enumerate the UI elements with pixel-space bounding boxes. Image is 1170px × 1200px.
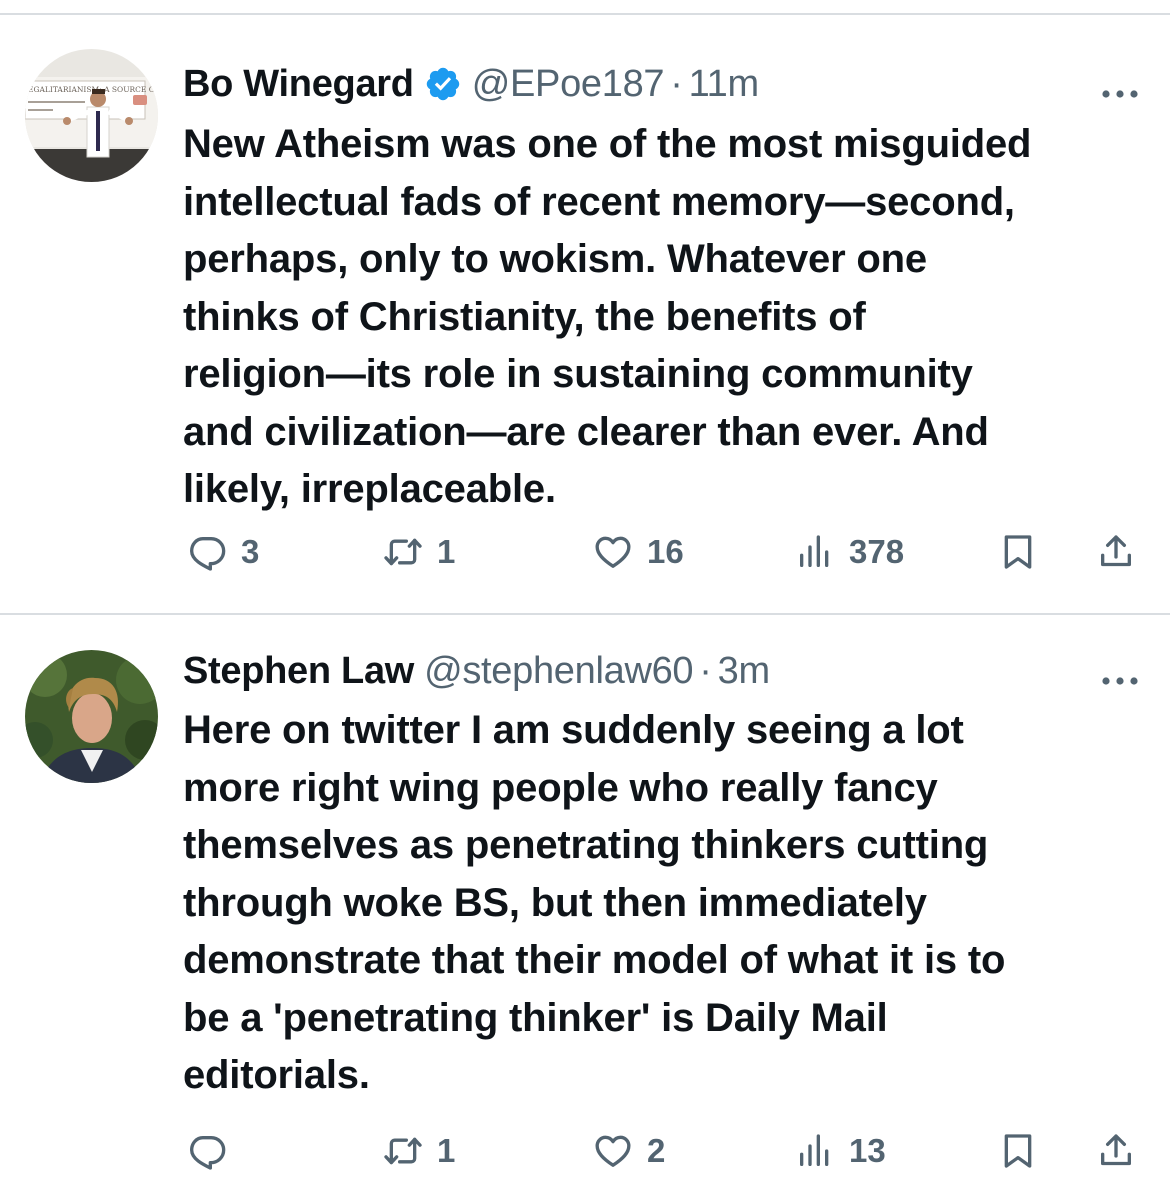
tweet-text: New Atheism was one of the most misguide…	[183, 116, 1153, 519]
reply-button[interactable]: 3	[187, 527, 259, 577]
avatar[interactable]	[25, 650, 158, 783]
tweet-text-line: perhaps, only to wokism. Whatever one	[183, 237, 927, 281]
author-handle[interactable]: @EPoe187	[472, 63, 665, 106]
bookmark-icon	[1004, 1134, 1032, 1168]
tweet-header: Stephen Law @stephenlaw60 · 3m	[183, 646, 1140, 696]
like-button[interactable]: 16	[593, 527, 684, 577]
reply-icon	[190, 1136, 226, 1170]
tweet-text-line: New Atheism was one of the most misguide…	[183, 122, 1032, 166]
tweet-actions-bar: 3 1 16 378	[183, 527, 1143, 577]
like-count: 16	[647, 533, 684, 570]
tweet-card[interactable]: EGALITARIANISM: A SOURCE OF MORAL Bo Win…	[0, 15, 1170, 613]
tweet-timestamp[interactable]: 11m	[689, 63, 760, 106]
tweet-text-line: and civilization—are clearer than ever. …	[183, 409, 989, 454]
share-icon	[1101, 535, 1131, 567]
reply-button[interactable]	[187, 1126, 241, 1176]
repost-count: 1	[437, 533, 456, 570]
views-button[interactable]: 13	[795, 1126, 886, 1176]
reply-count: 3	[241, 533, 260, 570]
tweet-header: Bo Winegard @EPoe187 · 11m	[183, 59, 1140, 109]
repost-count: 1	[437, 1132, 456, 1169]
author-name[interactable]: Stephen Law	[183, 650, 414, 693]
bookmark-button[interactable]	[998, 527, 1038, 577]
views-count: 13	[849, 1132, 886, 1169]
reply-icon	[190, 537, 226, 571]
heart-icon	[595, 536, 631, 568]
views-chart-icon	[800, 1134, 829, 1166]
bookmark-icon	[1004, 535, 1032, 569]
share-button[interactable]	[1096, 1126, 1136, 1176]
more-options-icon[interactable]	[1100, 658, 1140, 685]
avatar-image-portrait	[25, 650, 158, 783]
tweet-text-line: likely, irreplaceable.	[183, 467, 556, 511]
avatar-image-speaker: EGALITARIANISM: A SOURCE OF MORAL	[25, 49, 158, 182]
like-count: 2	[647, 1132, 666, 1169]
tweet-text: Here on twitter I am suddenly seeing a l…	[183, 702, 1153, 1105]
avatar[interactable]: EGALITARIANISM: A SOURCE OF MORAL	[25, 49, 158, 182]
views-count: 378	[849, 533, 905, 570]
tweet-text-line: more right wing people who really fancy	[183, 765, 938, 810]
author-handle[interactable]: @stephenlaw60	[424, 650, 694, 693]
tweet-text-line: through woke BS, but then immediately	[183, 880, 927, 925]
share-icon	[1101, 1134, 1131, 1166]
tweet-text-line: be a 'penetrating thinker' is Daily Mail	[183, 995, 888, 1040]
tweet-text-line: Here on twitter I am suddenly seeing a l…	[183, 708, 964, 752]
tweet-actions-bar: 1 2 13	[183, 1126, 1143, 1176]
tweet-text-line: demonstrate that their model of what it …	[183, 938, 1006, 982]
tweet-card[interactable]: Stephen Law @stephenlaw60 · 3m Here on t…	[0, 615, 1170, 1200]
tweet-text-line: editorials.	[183, 1053, 370, 1097]
more-options-icon[interactable]	[1100, 71, 1140, 98]
share-button[interactable]	[1096, 527, 1136, 577]
repost-button[interactable]: 1	[383, 527, 455, 577]
repost-button[interactable]: 1	[383, 1126, 455, 1176]
header-separator: ·	[699, 649, 712, 692]
repost-icon	[384, 538, 422, 566]
header-separator: ·	[670, 62, 683, 105]
tweet-text-line: religion—its role in sustaining communit…	[183, 352, 973, 396]
heart-icon	[595, 1135, 631, 1167]
tweet-text-line: themselves as penetrating thinkers cutti…	[183, 823, 989, 867]
views-button[interactable]: 378	[795, 527, 904, 577]
repost-icon	[384, 1137, 422, 1165]
tweet-text-line: intellectual fads of recent memory—secon…	[183, 179, 1015, 224]
author-name[interactable]: Bo Winegard	[183, 63, 414, 106]
views-chart-icon	[800, 535, 829, 567]
tweet-timestamp[interactable]: 3m	[718, 650, 771, 693]
bookmark-button[interactable]	[998, 1126, 1038, 1176]
tweet-text-line: thinks of Christianity, the benefits of	[183, 294, 866, 339]
verified-badge-icon	[424, 65, 462, 103]
like-button[interactable]: 2	[593, 1126, 665, 1176]
